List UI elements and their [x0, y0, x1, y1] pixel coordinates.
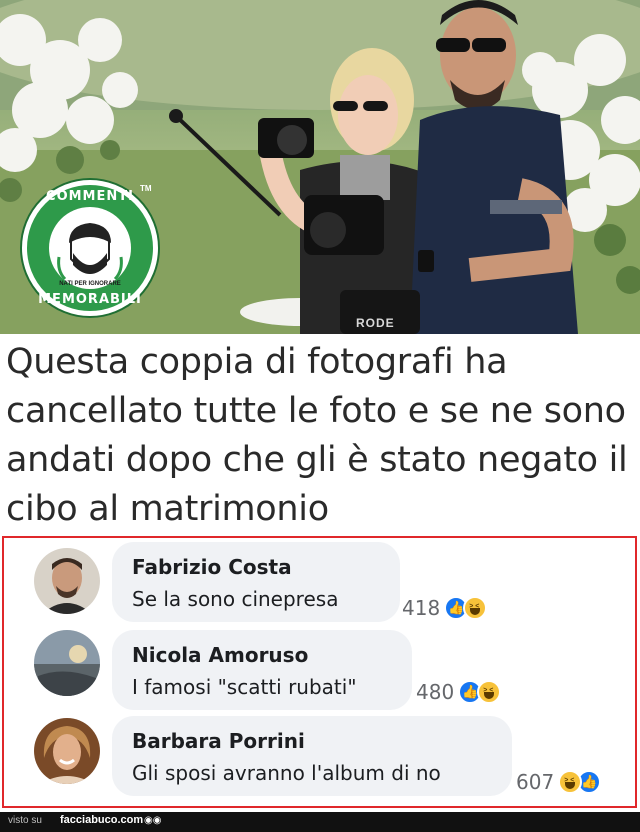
haha-reaction-icon: > < [463, 596, 488, 620]
visto-su-label: visto su [8, 815, 42, 826]
comment-bubble: Barbara Porrini Gli sposi avranno l'albu… [112, 716, 512, 796]
haha-reaction-icon: > < [558, 770, 583, 794]
comment-author[interactable]: Nicola Amoruso [132, 643, 308, 667]
comment-text: Se la sono cinepresa [132, 587, 339, 611]
meme-caption: Questa coppia di fotografi ha cancellato… [6, 342, 628, 529]
comment-item: Barbara Porrini Gli sposi avranno l'albu… [4, 716, 635, 804]
comment-text: Gli sposi avranno l'album di no [132, 761, 441, 785]
avatar[interactable] [34, 548, 100, 614]
commenti-memorabili-logo: COMMENTI NATI PER IGNORARE MEMORABILI [22, 180, 158, 316]
reaction-count: 418 [402, 596, 441, 620]
comment-author[interactable]: Barbara Porrini [132, 729, 305, 753]
comment-item: Nicola Amoruso I famosi "scatti rubati" … [4, 630, 635, 718]
logo-face-icon [49, 207, 131, 289]
comment-text: I famosi "scatti rubati" [132, 675, 357, 699]
mic-brand-label: RODE [356, 316, 395, 330]
reactions-summary[interactable]: 607 > < 👍 [516, 770, 602, 794]
reaction-count: 480 [416, 680, 455, 704]
reaction-count: 607 [516, 770, 555, 794]
avatar[interactable] [34, 718, 100, 784]
watermark-bar: visto su facciabuco.com ◉◉ [0, 812, 640, 832]
comment-bubble: Fabrizio Costa Se la sono cinepresa [112, 542, 400, 622]
comment-author[interactable]: Fabrizio Costa [132, 555, 292, 579]
comment-item: Fabrizio Costa Se la sono cinepresa 418 … [4, 542, 635, 630]
reactions-summary[interactable]: 418 👍 > < [402, 596, 488, 620]
avatar[interactable] [34, 630, 100, 696]
logo-sub-text: NATI PER IGNORARE [59, 281, 121, 287]
reactions-summary[interactable]: 480 👍 > < [416, 680, 502, 704]
logo-top-text: COMMENTI [46, 189, 134, 204]
comments-panel: Fabrizio Costa Se la sono cinepresa 418 … [2, 536, 637, 808]
logo-bottom-text: MEMORABILI [38, 292, 142, 307]
site-link[interactable]: facciabuco.com [60, 814, 143, 826]
comment-bubble: Nicola Amoruso I famosi "scatti rubati" [112, 630, 412, 710]
site-logo-icon: ◉◉ [144, 815, 162, 826]
haha-reaction-icon: > < [477, 680, 502, 704]
trademark-mark: TM [140, 184, 152, 193]
